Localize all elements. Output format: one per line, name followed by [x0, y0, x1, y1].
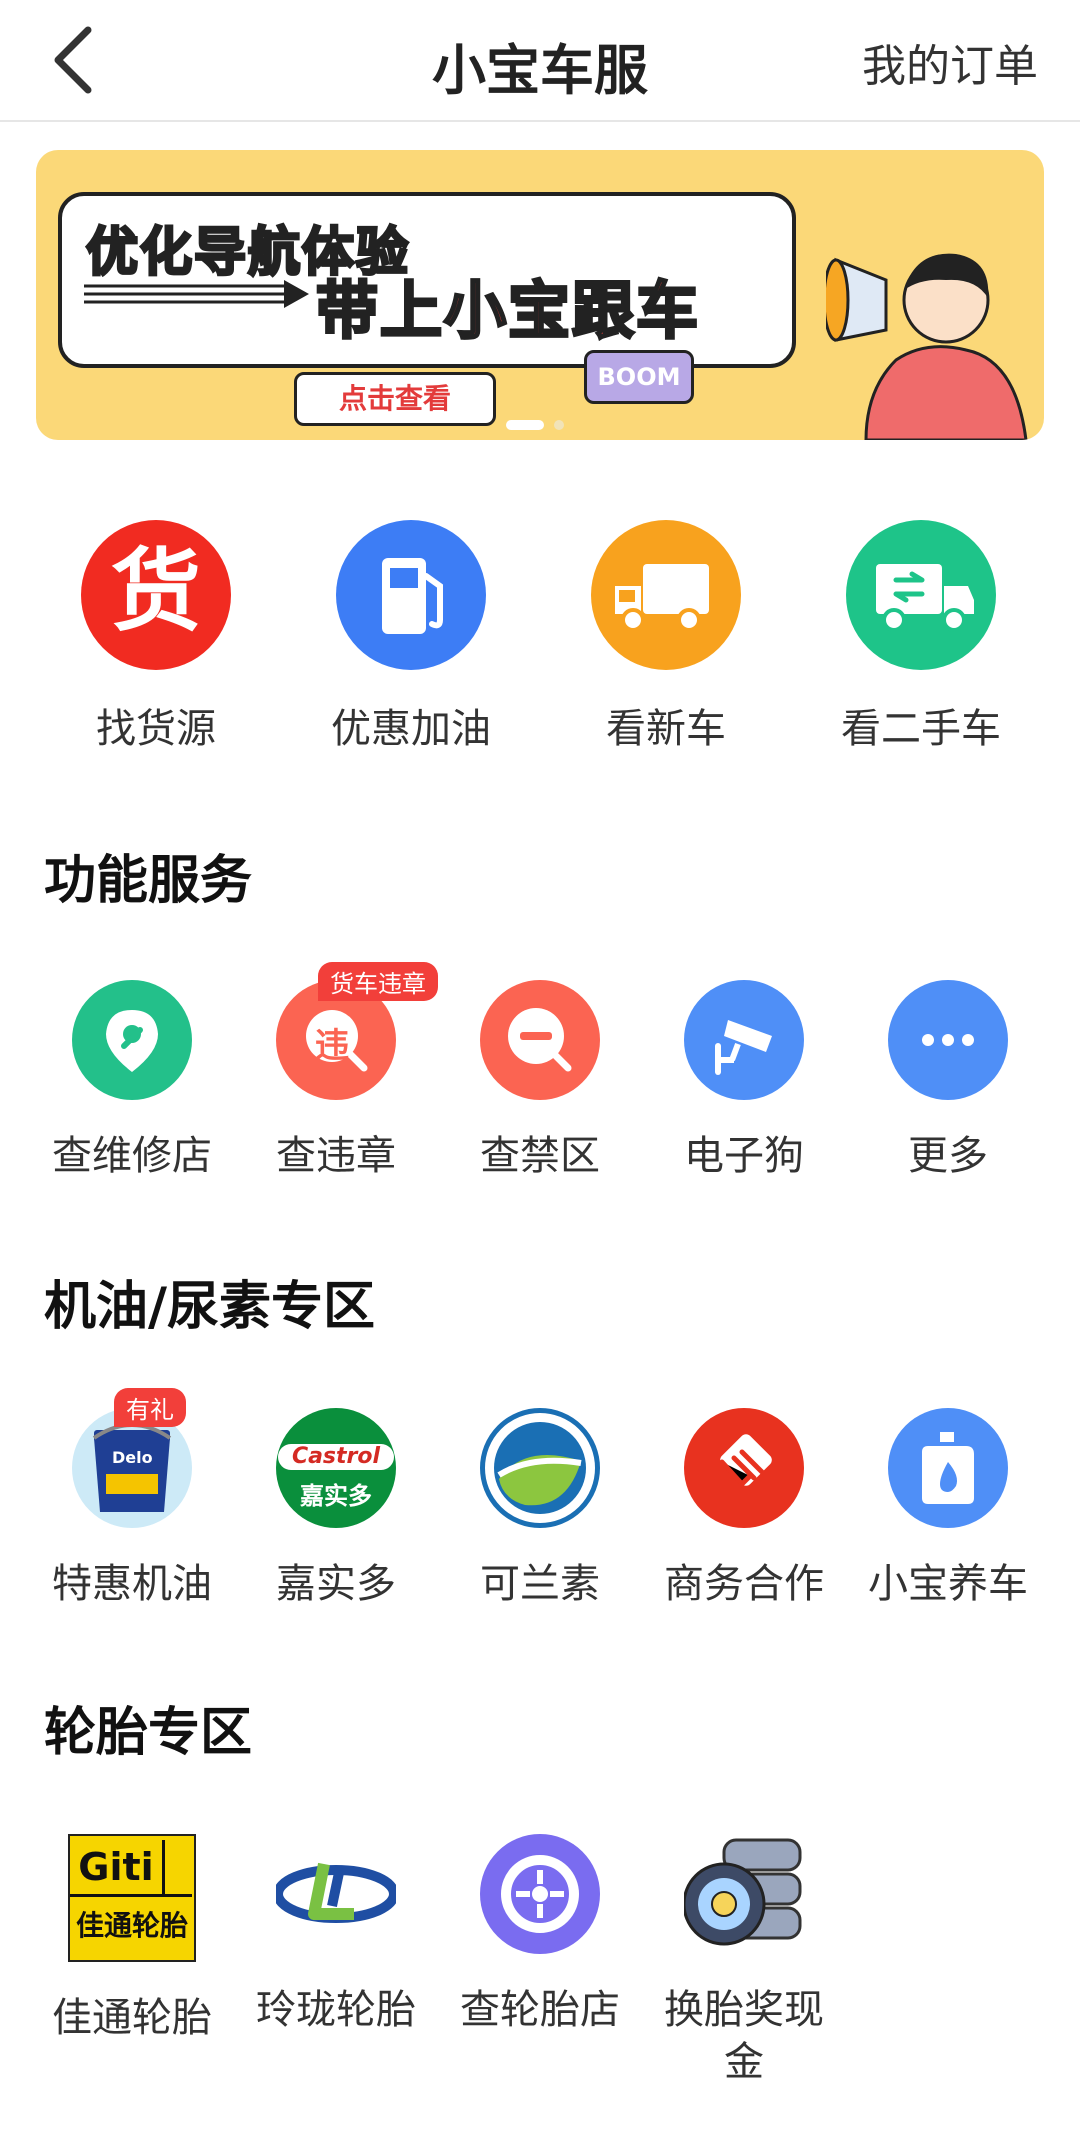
huo-icon: 货	[81, 520, 231, 670]
repair-shop-item[interactable]: 查维修店	[30, 980, 234, 1182]
castrol-item[interactable]: Castrol 嘉实多 嘉实多	[234, 1408, 438, 1610]
shortcut-label: 看二手车	[841, 706, 1001, 752]
navigation-bar: 小宝车服 我的订单	[0, 0, 1080, 122]
item-label: 换胎奖现金	[664, 1987, 824, 2085]
shortcut-label: 优惠加油	[331, 706, 491, 752]
tire-icon	[480, 1834, 600, 1954]
oil-bottle-icon	[888, 1408, 1008, 1528]
wrench-icon	[72, 980, 192, 1100]
banner-arrow-icon	[84, 280, 309, 308]
item-label: 玲珑轮胎	[256, 1987, 416, 2033]
shortcut-label: 找货源	[96, 706, 216, 752]
banner-slogan: 带上小宝跟车	[314, 273, 701, 349]
no-entry-icon	[480, 980, 600, 1100]
shortcut-new-truck[interactable]: 看新车	[556, 520, 776, 754]
item-label: 查违章	[276, 1133, 396, 1179]
handshake-icon	[684, 1408, 804, 1528]
boom-bubble: BOOM	[584, 350, 694, 404]
item-label: 电子狗	[684, 1133, 804, 1179]
truck-icon	[591, 520, 741, 670]
shortcut-find-cargo[interactable]: 货 找货源	[46, 520, 266, 754]
kelansu-logo-icon	[480, 1408, 600, 1528]
speed-camera-item[interactable]: 电子狗	[642, 980, 846, 1182]
item-label: 查禁区	[480, 1133, 600, 1179]
tire-stack-icon	[682, 1834, 804, 1954]
linglong-tire-item[interactable]: 玲珑轮胎	[234, 1834, 438, 2036]
item-label: 嘉实多	[276, 1561, 396, 1607]
shortcut-fuel[interactable]: 优惠加油	[301, 520, 521, 754]
gift-tag-badge: 有礼	[114, 1388, 186, 1427]
item-label: 更多	[908, 1133, 988, 1179]
promo-banner[interactable]: 优化导航体验 带上小宝跟车 点击查看 BOOM	[36, 150, 1044, 440]
megaphone-person-icon	[826, 253, 1028, 440]
main-shortcuts: 货 找货源 优惠加油 看新车 看二手车	[0, 520, 1080, 760]
linglong-logo-icon	[273, 1834, 399, 1954]
item-label: 查维修店	[52, 1133, 212, 1179]
item-label: 小宝养车	[868, 1561, 1028, 1607]
item-label: 佳通轮胎	[52, 1995, 212, 2041]
violation-tag-badge: 货车违章	[318, 962, 438, 1001]
more-icon	[888, 980, 1008, 1100]
tire-shop-item[interactable]: 查轮胎店	[438, 1834, 642, 2036]
giti-tire-item[interactable]: Giti 佳通轮胎 佳通轮胎	[30, 1834, 234, 2044]
used-truck-icon	[846, 520, 996, 670]
my-orders-link[interactable]: 我的订单	[862, 30, 1038, 94]
restricted-zone-item[interactable]: 查禁区	[438, 980, 642, 1182]
business-cooperation-item[interactable]: 商务合作	[642, 1408, 846, 1610]
xiaobao-care-item[interactable]: 小宝养车	[846, 1408, 1050, 1610]
giti-logo-icon: Giti 佳通轮胎	[68, 1834, 196, 1962]
violation-item[interactable]: 违 货车违章 查违章	[234, 962, 438, 1182]
banner-view-button[interactable]: 点击查看	[294, 372, 496, 426]
section-title-functions: 功能服务	[44, 851, 253, 911]
item-label: 特惠机油	[52, 1561, 212, 1607]
camera-icon	[684, 980, 804, 1100]
kelansu-item[interactable]: 可兰素	[438, 1408, 642, 1610]
castrol-logo-icon: Castrol 嘉实多	[276, 1408, 396, 1528]
item-label: 商务合作	[664, 1561, 824, 1607]
shortcut-label: 看新车	[606, 706, 726, 752]
fuel-pump-icon	[336, 520, 486, 670]
more-item[interactable]: 更多	[846, 980, 1050, 1182]
item-label: 可兰素	[480, 1561, 600, 1607]
discount-oil-item[interactable]: Delo 有礼 特惠机油	[30, 1388, 234, 1610]
section-title-tires: 轮胎专区	[44, 1703, 253, 1763]
tire-cash-item[interactable]: 换胎奖现金	[642, 1834, 846, 2088]
item-label: 查轮胎店	[460, 1987, 620, 2033]
shortcut-used-truck[interactable]: 看二手车	[811, 520, 1031, 754]
section-title-oil: 机油/尿素专区	[44, 1277, 375, 1337]
